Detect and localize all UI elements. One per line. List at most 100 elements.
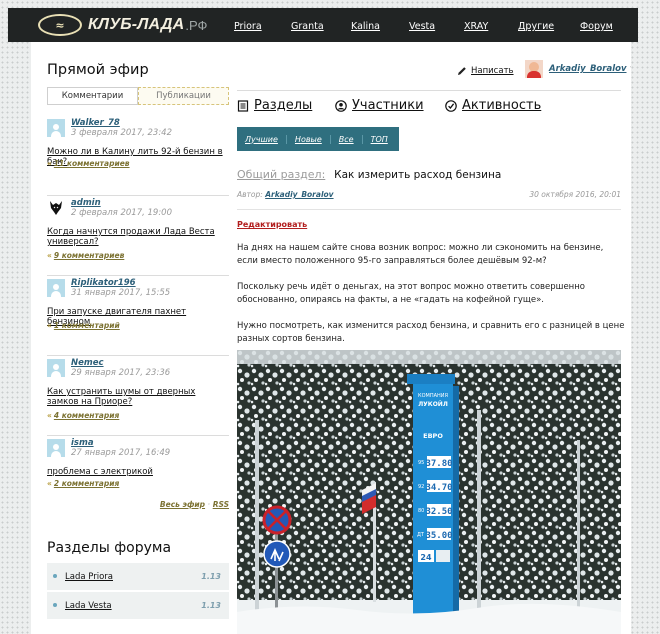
station-brand: ЕВРО <box>423 432 443 440</box>
fuel-code: 80 <box>418 508 424 514</box>
user-icon <box>51 124 61 137</box>
tab-publications[interactable]: Публикации <box>138 87 229 105</box>
sort-bar: Лучшие Новые Все ТОП <box>237 127 399 151</box>
list-item: Nemec 29 января 2017, 23:36 Как устранит… <box>47 356 229 436</box>
avatar[interactable] <box>47 359 65 377</box>
sort-best[interactable]: Лучшие <box>245 135 286 144</box>
bullet-icon <box>53 603 57 607</box>
nav-item-granta[interactable]: Granta <box>291 21 324 32</box>
tab-comments[interactable]: Комментарии <box>47 87 138 105</box>
user-circle-icon <box>335 99 347 112</box>
sort-top[interactable]: ТОП <box>361 134 396 144</box>
live-feed-tabs: Комментарии Публикации <box>47 87 229 105</box>
quote-icon: « <box>47 479 52 488</box>
nav-item-kalina[interactable]: Kalina <box>351 21 380 32</box>
quote-icon: « <box>47 251 52 260</box>
forum-section-link[interactable]: Lada Vesta <box>65 601 112 611</box>
feed-comments-count[interactable]: «9 комментариев <box>47 251 124 260</box>
avatar[interactable] <box>47 119 65 137</box>
post-paragraph: Поскольку речь идёт о деньгах, на этот в… <box>237 282 586 305</box>
divider <box>237 90 621 91</box>
fuel-code: 92 <box>418 484 424 490</box>
section-links: Разделы Участники Активность <box>237 98 621 118</box>
feed-topic-link[interactable]: проблема с электрикой <box>47 467 229 477</box>
avatar[interactable] <box>47 199 65 217</box>
rss-link[interactable]: RSS <box>213 500 229 509</box>
avatar[interactable] <box>47 439 65 457</box>
avatar[interactable] <box>47 279 65 297</box>
list-item: Riplikator196 31 января 2017, 15:55 При … <box>47 276 229 356</box>
all-live-link[interactable]: Весь эфир <box>160 500 205 509</box>
user-icon <box>51 444 61 457</box>
feed-comments-count[interactable]: «11 комментариев <box>47 159 130 168</box>
live-feed-title: Прямой эфир <box>47 62 149 78</box>
feed-user-link[interactable]: Riplikator196 <box>71 278 136 288</box>
user-menu[interactable]: Arkadiy_Boralov ▼ <box>525 60 631 78</box>
feed-date: 2 февраля 2017, 19:00 <box>71 208 172 218</box>
gas-station-photo: КОМПАНИЯ ЛУКОЙЛ ЕВРО 95 37.80 92 34.70 8… <box>237 350 621 634</box>
post-section-link[interactable]: Общий раздел: <box>237 168 325 181</box>
divider <box>237 209 621 210</box>
edit-post-button[interactable]: Редактировать <box>237 220 307 229</box>
live-feed-list: Walker_78 3 февраля 2017, 23:42 Можно ли… <box>47 116 229 516</box>
fuel-price: 37.80 <box>425 459 452 469</box>
post-author-line: Автор: Arkadiy_Boralov <box>237 190 334 199</box>
sort-new[interactable]: Новые <box>285 134 330 144</box>
document-list-icon <box>237 99 249 112</box>
left-sidebar: Прямой эфир Комментарии Публикации Walke… <box>31 42 231 634</box>
sections-link[interactable]: Разделы <box>237 98 312 113</box>
feed-comments-count[interactable]: «4 комментария <box>47 411 119 420</box>
station-name-1: КОМПАНИЯ <box>418 393 448 399</box>
feed-user-link[interactable]: isma <box>71 438 94 448</box>
forum-sections-list: Lada Priora 1.13 Lada Vesta 1.13 <box>47 563 229 621</box>
forum-section-link[interactable]: Lada Priora <box>65 572 113 582</box>
feed-user-link[interactable]: Nemec <box>71 358 104 368</box>
nav-item-xray[interactable]: XRAY <box>464 21 488 32</box>
author-prefix: Автор: <box>237 190 263 199</box>
pencil-icon <box>458 67 466 75</box>
post-image: КОМПАНИЯ ЛУКОЙЛ ЕВРО 95 37.80 92 34.70 8… <box>237 350 621 634</box>
chevron-down-icon[interactable]: ▼ <box>631 65 632 73</box>
quote-icon: « <box>47 321 52 330</box>
fuel-code: ДТ <box>417 532 425 538</box>
feed-date: 31 января 2017, 15:55 <box>71 288 171 298</box>
forum-section-row[interactable]: Lada Vesta 1.13 <box>47 592 229 619</box>
nav-item-other[interactable]: Другие <box>518 21 554 32</box>
feed-comments-count[interactable]: «1 комментарий <box>47 321 120 330</box>
fuel-code: 95 <box>418 460 424 466</box>
footer-separator: · <box>207 500 211 509</box>
site-header: ≈ КЛУБ-ЛАДА .РФ Priora Granta Kalina Ves… <box>8 8 638 42</box>
feed-date: 27 января 2017, 16:49 <box>71 448 171 458</box>
feed-date: 29 января 2017, 23:36 <box>71 368 171 378</box>
sections-link-label: Разделы <box>254 98 313 113</box>
nav-item-priora[interactable]: Priora <box>234 21 262 32</box>
write-post-button[interactable]: Написать <box>457 66 514 76</box>
feed-topic-link[interactable]: Как устранить шумы от дверных замков на … <box>47 387 229 407</box>
list-item: admin 2 февраля 2017, 19:00 Когда начнут… <box>47 196 229 276</box>
post-date: 30 октября 2016, 20:01 <box>529 190 621 199</box>
sort-all[interactable]: Все <box>329 134 362 144</box>
clock-check-icon <box>445 99 457 112</box>
feed-user-link[interactable]: admin <box>71 198 101 208</box>
nav-item-forum[interactable]: Форум <box>580 21 613 32</box>
quote-icon: « <box>47 159 52 168</box>
logo-suffix: .РФ <box>185 17 208 33</box>
fuel-price: 32.50 <box>425 507 452 517</box>
site-logo[interactable]: ≈ КЛУБ-ЛАДА .РФ <box>38 13 207 37</box>
members-link[interactable]: Участники <box>335 98 424 113</box>
feed-user-link[interactable]: Walker_78 <box>71 118 120 128</box>
feed-topic-link[interactable]: Когда начнутся продажи Лада Веста универ… <box>47 227 229 247</box>
logo-text: КЛУБ-ЛАДА <box>88 16 185 33</box>
live-feed-footer: Весь эфир · RSS <box>47 500 229 509</box>
username-link[interactable]: Arkadiy_Boralov <box>549 64 627 74</box>
fuel-price: 34.70 <box>425 483 452 493</box>
fuel-price: 35.00 <box>425 531 452 541</box>
forum-section-row[interactable]: Lada Priora 1.13 <box>47 563 229 590</box>
activity-link[interactable]: Активность <box>445 98 541 113</box>
members-link-label: Участники <box>352 98 424 113</box>
page-content: Прямой эфир Комментарии Публикации Walke… <box>31 42 631 634</box>
feed-comments-count[interactable]: «2 комментария <box>47 479 119 488</box>
wolf-icon <box>50 201 62 215</box>
post-author-link[interactable]: Arkadiy_Boralov <box>265 190 333 199</box>
nav-item-vesta[interactable]: Vesta <box>409 21 435 32</box>
